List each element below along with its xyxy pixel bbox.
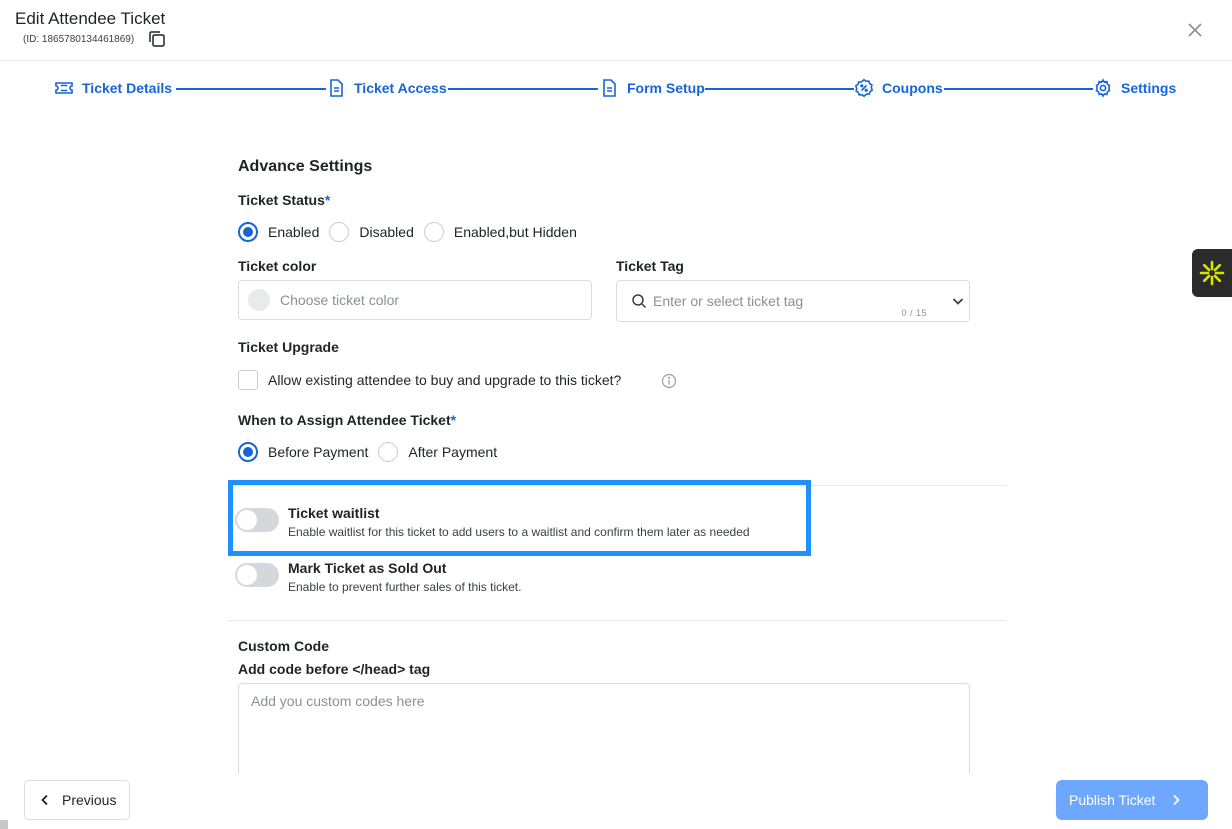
info-icon[interactable] — [661, 373, 677, 389]
ticket-color-picker[interactable]: Choose ticket color — [238, 280, 592, 320]
tag-placeholder: Enter or select ticket tag — [653, 293, 804, 309]
step-form-setup[interactable]: Form Setup — [599, 78, 705, 98]
ticket-upgrade-label: Ticket Upgrade — [238, 339, 339, 355]
gear-icon — [1095, 78, 1111, 98]
ticket-status-radio-group: Enabled Disabled Enabled,but Hidden — [238, 222, 587, 242]
modal-title: Edit Attendee Ticket — [15, 9, 166, 28]
publish-label: Publish Ticket — [1069, 792, 1156, 808]
ticket-tag-select[interactable]: Enter or select ticket tag 0 / 15 — [616, 280, 970, 322]
sold-out-title: Mark Ticket as Sold Out — [288, 560, 447, 576]
step-label: Ticket Access — [354, 80, 447, 96]
radio-label: Enabled,but Hidden — [453, 224, 577, 240]
chevron-down-icon[interactable] — [951, 294, 965, 308]
search-icon — [632, 294, 647, 309]
ticket-tag-label: Ticket Tag — [616, 258, 684, 274]
radio-button[interactable] — [329, 222, 350, 242]
corner-fragment — [0, 820, 8, 829]
radio-button[interactable] — [423, 222, 444, 242]
step-coupons[interactable]: Coupons — [854, 78, 943, 98]
textarea-placeholder: Add you custom codes here — [251, 693, 425, 709]
step-connector — [705, 88, 854, 90]
assign-ticket-label: When to Assign Attendee Ticket* — [238, 412, 456, 428]
ticket-status-label: Ticket Status* — [238, 192, 330, 208]
settings-content: Advance Settings Ticket Status* Enabled … — [0, 114, 1232, 774]
upgrade-checkbox[interactable] — [238, 370, 258, 390]
waitlist-toggle[interactable] — [235, 508, 279, 532]
section-divider — [228, 620, 1006, 621]
copy-icon[interactable] — [147, 29, 167, 49]
ticket-icon — [55, 82, 73, 94]
label-text: When to Assign Attendee Ticket — [238, 412, 451, 428]
radio-enabled[interactable]: Enabled — [238, 222, 319, 242]
document-icon — [330, 79, 343, 97]
radio-label: Disabled — [359, 224, 414, 240]
radio-button[interactable] — [238, 442, 258, 462]
radio-label: After Payment — [408, 444, 498, 460]
chevron-left-icon — [41, 794, 48, 806]
document-icon — [603, 79, 616, 97]
step-label: Ticket Details — [82, 80, 173, 96]
sold-out-toggle[interactable] — [235, 563, 279, 587]
coupon-icon — [854, 78, 874, 98]
ticket-color-label: Ticket color — [238, 258, 317, 274]
required-mark: * — [324, 192, 331, 208]
step-ticket-access[interactable]: Ticket Access — [326, 78, 447, 98]
assistant-widget-button[interactable] — [1192, 249, 1232, 297]
radio-label: Enabled — [268, 224, 320, 240]
color-swatch — [248, 289, 270, 311]
label-text: Ticket Status — [238, 192, 325, 208]
tag-counter: 0 / 15 — [901, 308, 927, 318]
radio-button[interactable] — [238, 222, 258, 242]
previous-label: Previous — [62, 792, 117, 808]
step-settings[interactable]: Settings — [1093, 78, 1176, 98]
chevron-right-icon — [1173, 794, 1181, 806]
step-connector — [176, 88, 326, 90]
custom-code-title: Custom Code — [238, 638, 329, 654]
waitlist-title: Ticket waitlist — [288, 505, 380, 521]
step-navigation: Ticket Details Ticket Access Form Setup … — [0, 62, 1232, 114]
advance-settings-title: Advance Settings — [238, 158, 373, 175]
waitlist-description: Enable waitlist for this ticket to add u… — [288, 525, 750, 539]
sold-out-description: Enable to prevent further sales of this … — [288, 580, 522, 594]
close-icon[interactable] — [1185, 20, 1205, 40]
ticket-id: (ID: 1865780134461869) — [23, 34, 135, 45]
radio-disabled[interactable]: Disabled — [329, 222, 414, 242]
radio-label: Before Payment — [268, 444, 369, 460]
radio-button[interactable] — [378, 442, 399, 462]
previous-button[interactable]: Previous — [24, 780, 130, 820]
radio-before-payment[interactable]: Before Payment — [238, 442, 368, 462]
publish-ticket-button[interactable]: Publish Ticket — [1056, 780, 1208, 820]
sparkle-icon — [1199, 260, 1225, 286]
head-code-label: Add code before </head> tag — [238, 661, 431, 677]
required-mark: * — [450, 412, 457, 428]
radio-after-payment[interactable]: After Payment — [378, 442, 497, 462]
modal-header: Edit Attendee Ticket (ID: 18657801344618… — [0, 0, 1232, 61]
assign-radio-group: Before Payment After Payment — [238, 442, 507, 462]
upgrade-checkbox-label: Allow existing attendee to buy and upgra… — [268, 372, 622, 388]
head-code-textarea[interactable]: Add you custom codes here — [238, 683, 970, 774]
radio-enabled-hidden[interactable]: Enabled,but Hidden — [423, 222, 577, 242]
step-label: Form Setup — [627, 80, 705, 96]
step-label: Coupons — [882, 80, 943, 96]
step-connector — [448, 88, 598, 90]
color-placeholder: Choose ticket color — [280, 292, 400, 308]
step-ticket-details[interactable]: Ticket Details — [54, 78, 172, 98]
step-connector — [944, 88, 1093, 90]
step-label: Settings — [1121, 80, 1177, 96]
